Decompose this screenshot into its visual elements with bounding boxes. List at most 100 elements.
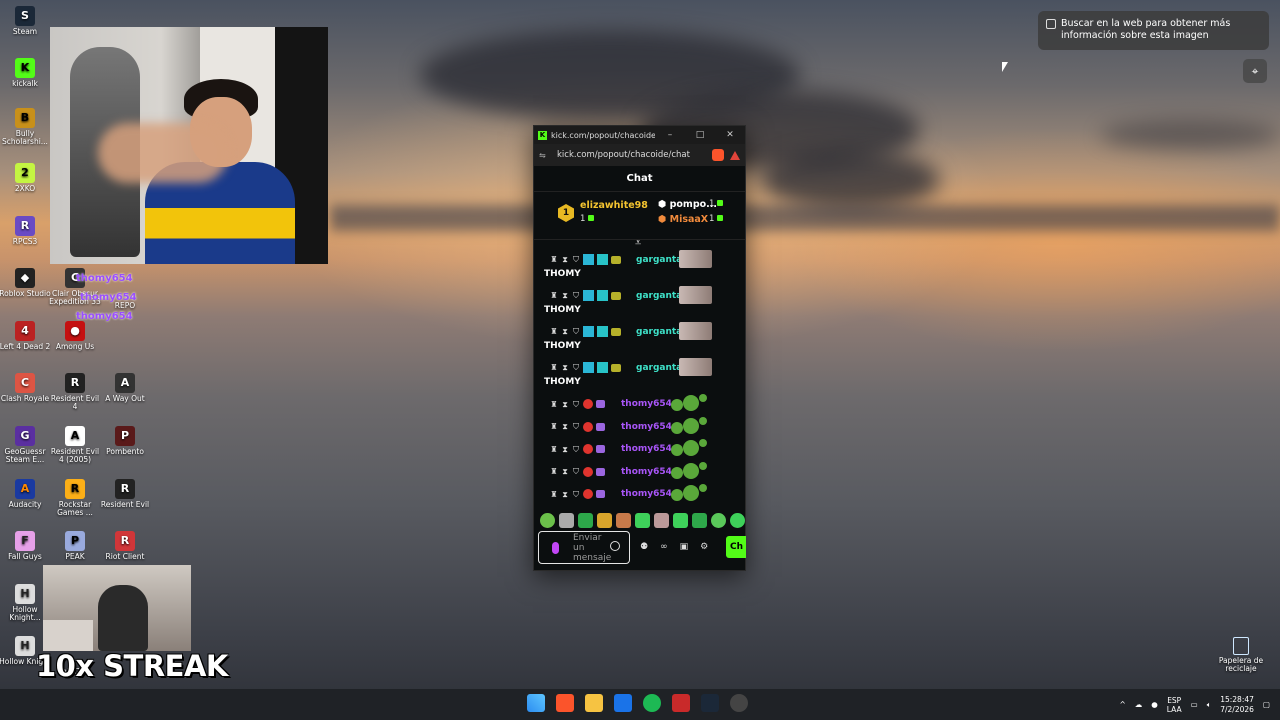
desktop-icon-2xko[interactable]: 2 2XKO <box>0 163 52 193</box>
desktop-icon-fall-guys[interactable]: F Fall Guys <box>0 531 52 561</box>
chat-tools: ⚉ ∞ ▣ ⚙ <box>640 542 708 552</box>
emoji-picker-icon[interactable] <box>610 541 620 551</box>
expand-pinned-icon[interactable]: ⩡ <box>635 236 641 250</box>
desktop-icon-roblox-studio[interactable]: ◆ Roblox Studio <box>0 268 52 298</box>
desktop-icon-resident-evil-4[interactable]: R Resident Evil 4 <box>48 373 102 411</box>
verified-badge-icon <box>597 254 608 265</box>
moderator-badge-icon <box>583 362 594 373</box>
chat-username[interactable]: thomy654: <box>621 467 676 477</box>
emote-button[interactable] <box>616 513 631 528</box>
pombento-icon: P <box>115 426 135 446</box>
roblox-icon: ◆ <box>15 268 35 288</box>
gear-icon[interactable]: ⚙ <box>700 542 708 552</box>
desktop-icon-pombento[interactable]: P Pombento <box>98 426 152 456</box>
language-indicator[interactable]: ESP LAA <box>1167 696 1182 714</box>
chat-username[interactable]: thomy654: <box>621 399 676 409</box>
desktop-icon-riot-client[interactable]: R Riot Client <box>98 531 152 561</box>
desktop-icon-rockstar[interactable]: R Rockstar Games ... <box>48 479 102 517</box>
emote-image <box>679 358 712 376</box>
broadcaster-icon: ♜ <box>550 489 558 499</box>
chat-input[interactable]: Enviar un mensaje <box>538 531 630 564</box>
desktop-icon-recycle-bin[interactable]: Papelera de reciclaje <box>1214 637 1268 673</box>
emote-button[interactable] <box>730 513 745 528</box>
volume-icon[interactable]: 🔈︎ <box>1207 700 1212 710</box>
desktop-icon-steam[interactable]: S Steam <box>0 6 52 36</box>
chat-username[interactable]: thomy654: <box>621 489 676 499</box>
store-icon[interactable]: ▣ <box>680 542 689 552</box>
file-explorer-icon[interactable] <box>585 694 603 712</box>
emote-button[interactable] <box>540 513 555 528</box>
desktop-icon-a-way-out[interactable]: AA Way Out <box>98 373 152 403</box>
emote-button[interactable] <box>578 513 593 528</box>
users-icon[interactable]: ⚉ <box>640 542 648 552</box>
chat-message[interactable]: ♜ ⧗ ⛉ thomy654: <box>534 394 745 417</box>
address-bar[interactable]: ⇋ kick.com/popout/chacoide/chat <box>534 144 745 166</box>
brave-browser-icon[interactable] <box>556 694 574 712</box>
mic-tray-icon[interactable]: ● <box>1151 700 1158 709</box>
chat-message[interactable]: ♜ ⧗ ⛉ garganta: THOMY <box>534 286 745 322</box>
maximize-button[interactable]: □ <box>685 130 715 140</box>
chat-text: THOMY <box>544 341 581 351</box>
brave-rewards-icon[interactable] <box>730 150 740 160</box>
obs-icon[interactable] <box>730 694 748 712</box>
microphone-icon[interactable] <box>552 542 559 554</box>
fallguys-icon: F <box>15 531 35 551</box>
infinity-icon[interactable]: ∞ <box>660 542 668 552</box>
desktop-icon-rpcs3[interactable]: R RPCS3 <box>0 216 52 246</box>
desktop-icon-re4-2005[interactable]: A Resident Evil 4 (2005) <box>48 426 102 464</box>
desktop-icon-left4dead2[interactable]: 4 Left 4 Dead 2 <box>0 321 52 351</box>
onedrive-icon[interactable]: ☁ <box>1135 700 1143 709</box>
brave-shields-icon[interactable] <box>712 149 724 161</box>
emote-button[interactable] <box>711 513 726 528</box>
desktop-icon-audacity[interactable]: A Audacity <box>0 479 52 509</box>
emote-button[interactable] <box>673 513 688 528</box>
gift-icon <box>588 215 595 221</box>
desktop-icon-resident-evil[interactable]: R Resident Evil <box>98 479 152 509</box>
chat-message[interactable]: ♜ ⧗ ⛉ thomy654: <box>534 439 745 462</box>
hourglass-icon: ⧗ <box>562 444 568 454</box>
emote-button[interactable] <box>635 513 650 528</box>
chat-username[interactable]: thomy654: <box>621 444 676 454</box>
start-menu-icon[interactable] <box>527 694 545 712</box>
chat-username[interactable]: thomy654: <box>621 422 676 432</box>
notification-icon[interactable]: ▢ <box>1263 700 1270 709</box>
emote-button[interactable] <box>597 513 612 528</box>
chat-message[interactable]: ♜ ⧗ ⛉ thomy654: <box>534 461 745 485</box>
emote-button[interactable] <box>559 513 574 528</box>
desktop-icon-peak[interactable]: P PEAK <box>48 531 102 561</box>
recycle-bin-icon <box>1233 637 1249 655</box>
leader-name-1[interactable]: elizawhite98 <box>580 200 648 211</box>
desktop-icon-clash-royale[interactable]: C Clash Royale <box>0 373 52 403</box>
lens-button[interactable]: ⌖ <box>1243 59 1267 83</box>
emote-button[interactable] <box>692 513 707 528</box>
chat-message[interactable]: ♜ ⧗ ⛉ garganta: THOMY <box>534 322 745 358</box>
chat-message[interactable]: ♜ ⧗ ⛉ garganta: THOMY <box>534 358 745 394</box>
audacity-icon: A <box>15 479 35 499</box>
desktop-icon-geoguessr[interactable]: G GeoGuessr Steam E... <box>0 426 52 464</box>
leader-name-3[interactable]: ⬢ MisaaX <box>658 214 708 225</box>
video-editor-icon[interactable] <box>672 694 690 712</box>
user-badges: ♜ ⧗ ⛉ <box>550 326 621 337</box>
close-button[interactable]: ✕ <box>715 130 745 140</box>
network-icon[interactable]: ▭ <box>1191 700 1198 709</box>
user-badges: ♜ ⧗ ⛉ <box>550 362 621 373</box>
desktop-icon-kickalk[interactable]: Kkickalk <box>0 58 52 88</box>
chat-message[interactable]: ♜ ⧗ ⛉ thomy654: <box>534 416 745 440</box>
minimize-button[interactable]: – <box>655 130 685 140</box>
chevron-up-icon[interactable]: ^ <box>1119 700 1125 709</box>
chat-popup-window: K kick.com/popout/chacoide/... – □ ✕ ⇋ k… <box>533 125 746 571</box>
bing-icon[interactable] <box>614 694 632 712</box>
clock[interactable]: 15:28:47 7/2/2026 <box>1220 695 1254 715</box>
a-way-out-icon: A <box>115 373 135 393</box>
desktop-icon-among-us[interactable]: ● Among Us <box>48 321 102 351</box>
peak-icon: P <box>65 531 85 551</box>
url-text[interactable]: kick.com/popout/chacoide/chat <box>549 150 712 160</box>
site-settings-icon[interactable]: ⇋ <box>539 151 549 160</box>
send-button[interactable]: Ch <box>726 536 746 558</box>
desktop-icon-bully[interactable]: B Bully Scholarshi... <box>0 108 52 146</box>
spotify-icon[interactable] <box>643 694 661 712</box>
chat-message[interactable]: ♜ ⧗ ⛉ thomy654: <box>534 484 745 507</box>
steam-taskbar-icon[interactable] <box>701 694 719 712</box>
emote-button[interactable] <box>654 513 669 528</box>
chat-message[interactable]: ♜ ⧗ ⛉ garganta: THOMY <box>534 250 745 286</box>
